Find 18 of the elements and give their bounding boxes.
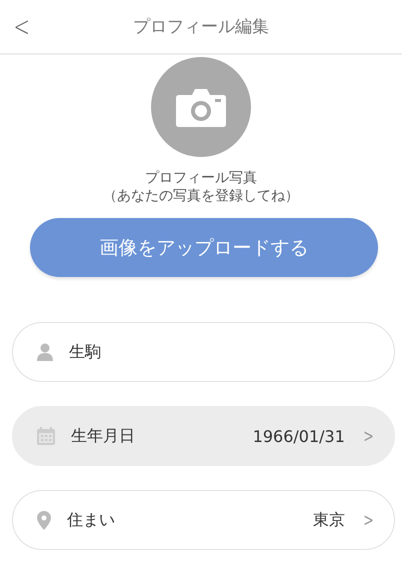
chevron-icon: > [363,510,374,530]
row-label: 住まい [67,510,116,530]
row-value: 東京 [312,510,345,530]
person-icon [37,343,53,361]
select-row[interactable]: 生年月日 1966/01/31 > [12,406,395,466]
location-pin-icon [37,510,51,530]
name-field[interactable]: 生駒 [12,322,395,382]
select-row[interactable]: 住まい 東京 > [12,490,395,550]
photo-hint: （あなたの写真を登録してね） [103,187,299,205]
back-button[interactable]: < [10,10,33,43]
row-value: 1966/01/31 [252,426,345,446]
row-label: 生年月日 [71,426,136,446]
calendar-icon [37,427,55,445]
chevron-icon: > [363,426,374,446]
photo-caption: プロフィール写真 [145,169,257,187]
camera-icon [176,87,226,127]
page-title: プロフィール編集 [133,16,269,38]
name-input[interactable]: 生駒 [69,342,376,362]
